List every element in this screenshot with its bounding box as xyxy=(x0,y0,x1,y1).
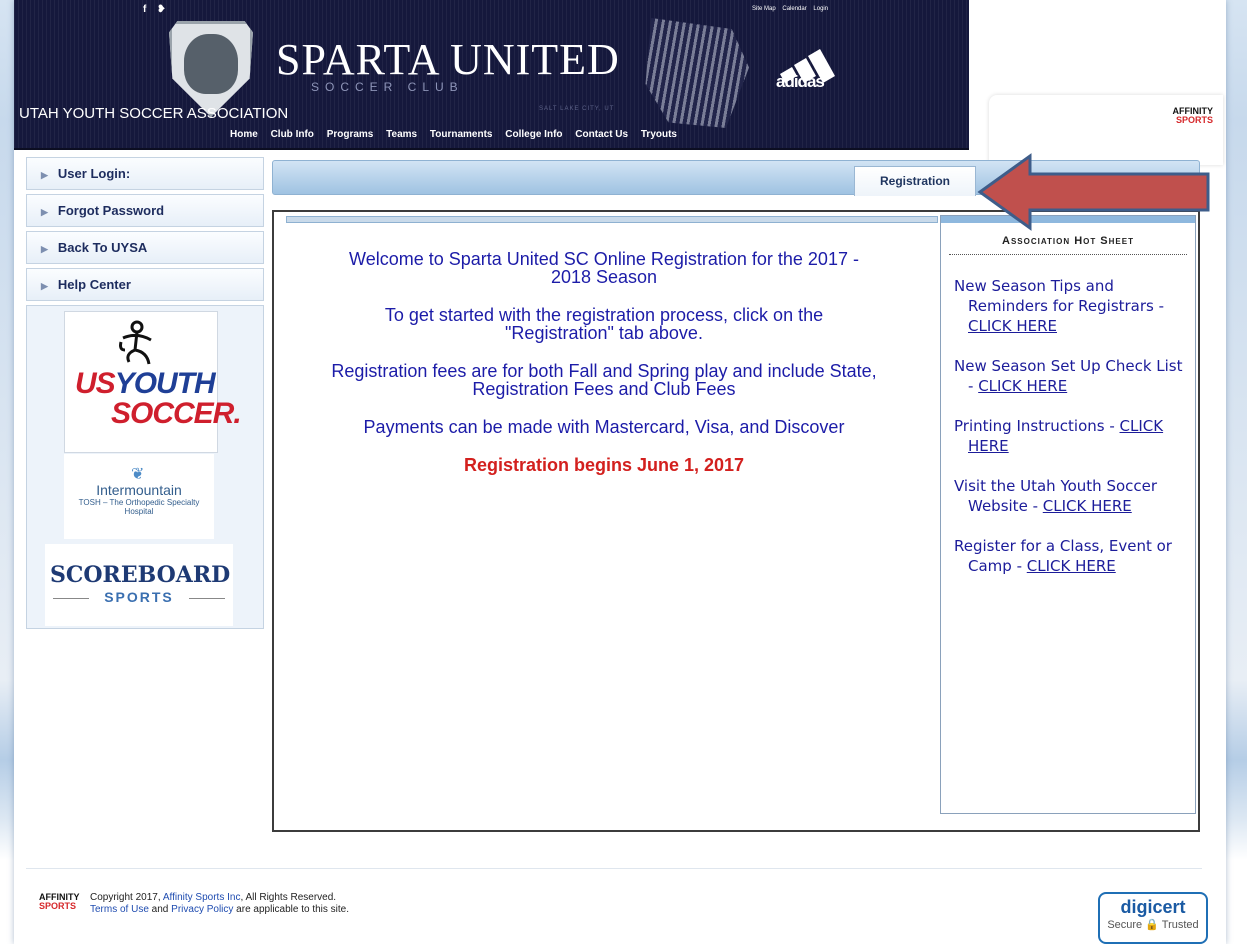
us-youth-soccer-logo[interactable]: USYOUTH SOCCER. xyxy=(64,311,242,453)
terms-link[interactable]: Terms of Use xyxy=(90,904,149,915)
affinity-sports-logo[interactable]: AFFINITY SPORTS xyxy=(1173,107,1214,125)
annotation-arrow-icon xyxy=(977,153,1210,231)
tab-registration[interactable]: Registration xyxy=(854,166,976,196)
sidebar-item-forgot-password[interactable]: ▶ Forgot Password xyxy=(26,194,264,227)
intermountain-leaf-icon: ❦ xyxy=(131,466,145,483)
association-hot-sheet: Association Hot Sheet New Season Tips an… xyxy=(940,215,1196,814)
content-header-bar xyxy=(286,216,938,223)
list-item: Register for a Class, Event or Camp - CL… xyxy=(954,537,1172,575)
site-map-link[interactable]: Site Map xyxy=(752,6,776,12)
sidebar-item-back-to-uysa[interactable]: ▶ Back To UYSA xyxy=(26,231,264,264)
site-banner: f ❥ Site Map Calendar Login SPARTA UNITE… xyxy=(14,0,969,150)
club-title: SPARTA UNITED xyxy=(276,35,620,84)
list-item: New Season Set Up Check List - CLICK HER… xyxy=(954,357,1183,395)
divider xyxy=(189,598,225,599)
main-nav: Home Club Info Programs Teams Tournament… xyxy=(230,129,687,140)
sidebar-item-help-center[interactable]: ▶ Help Center xyxy=(26,268,264,301)
scoreboard-sports-logo[interactable]: SCOREBOARD SPORTS xyxy=(45,544,233,626)
club-city: SALT LAKE CITY, UT xyxy=(539,106,615,112)
login-link[interactable]: Login xyxy=(813,6,828,12)
fees-text: Registration fees are for both Fall and … xyxy=(331,361,877,399)
nav-programs[interactable]: Programs xyxy=(327,129,374,140)
nav-teams[interactable]: Teams xyxy=(386,129,417,140)
sidebar: ▶ User Login: ▶ Forgot Password ▶ Back To U… xyxy=(26,157,264,629)
click-here-link[interactable]: CLICK HERE xyxy=(1027,557,1116,575)
spartan-helmet-icon xyxy=(184,34,238,94)
player-figure-icon xyxy=(119,320,152,365)
payments-text: Payments can be made with Mastercard, Vi… xyxy=(363,417,845,437)
list-item: Printing Instructions - CLICK HERE xyxy=(954,417,1164,455)
nav-tryouts[interactable]: Tryouts xyxy=(641,129,677,140)
welcome-heading: Welcome to Sparta United SC Online Regis… xyxy=(349,249,859,287)
click-here-link[interactable]: CLICK HERE xyxy=(968,317,1057,335)
registration-begins-text: Registration begins June 1, 2017 xyxy=(463,455,745,475)
association-name: UTAH YOUTH SOCCER ASSOCIATION xyxy=(19,105,289,122)
footer-affinity-logo[interactable]: AFFINITY SPORTS xyxy=(39,893,80,911)
chevron-right-icon: ▶ xyxy=(41,170,48,180)
top-links: Site Map Calendar Login xyxy=(752,6,833,12)
list-item: Visit the Utah Youth Soccer Website - CL… xyxy=(954,477,1158,515)
chevron-right-icon: ▶ xyxy=(41,244,48,254)
welcome-message: Welcome to Sparta United SC Online Regis… xyxy=(274,250,934,494)
hot-sheet-title: Association Hot Sheet xyxy=(949,235,1187,255)
club-subtitle: SOCCER CLUB xyxy=(311,80,464,94)
company-link[interactable]: Affinity Sports Inc xyxy=(163,892,241,903)
nav-tournaments[interactable]: Tournaments xyxy=(430,129,493,140)
chevron-right-icon: ▶ xyxy=(41,281,48,291)
chevron-right-icon: ▶ xyxy=(41,207,48,217)
hot-sheet-list: New Season Tips and Reminders for Regist… xyxy=(954,276,1189,596)
nav-college-info[interactable]: College Info xyxy=(505,129,562,140)
adidas-wordmark: adidas xyxy=(776,72,825,91)
social-icons[interactable]: f ❥ xyxy=(143,4,170,15)
usys-wordmark: USYOUTH SOCCER. xyxy=(75,367,242,430)
nav-home[interactable]: Home xyxy=(230,129,258,140)
get-started-text: To get started with the registration pro… xyxy=(384,305,824,343)
click-here-link[interactable]: CLICK HERE xyxy=(1043,497,1132,515)
sidebar-item-user-login[interactable]: ▶ User Login: xyxy=(26,157,264,190)
list-item: New Season Tips and Reminders for Regist… xyxy=(954,277,1165,335)
privacy-link[interactable]: Privacy Policy xyxy=(171,904,233,915)
intermountain-logo[interactable]: ❦ Intermountain TOSH – The Orthopedic Sp… xyxy=(64,454,214,539)
page: f ❥ Site Map Calendar Login SPARTA UNITE… xyxy=(14,0,1226,944)
nav-club-info[interactable]: Club Info xyxy=(271,129,314,140)
footer-divider xyxy=(26,868,1202,869)
nav-contact-us[interactable]: Contact Us xyxy=(575,129,628,140)
main-content: Welcome to Sparta United SC Online Regis… xyxy=(272,210,1200,832)
click-here-link[interactable]: CLICK HERE xyxy=(978,377,1067,395)
footer-copyright: Copyright 2017, Affinity Sports Inc, All… xyxy=(90,892,350,915)
calendar-link[interactable]: Calendar xyxy=(782,6,806,12)
digicert-seal[interactable]: digicert Secure 🔒 Trusted xyxy=(1098,892,1208,944)
sponsor-panel: USYOUTH SOCCER. ❦ Intermountain TOSH – T… xyxy=(26,305,264,629)
